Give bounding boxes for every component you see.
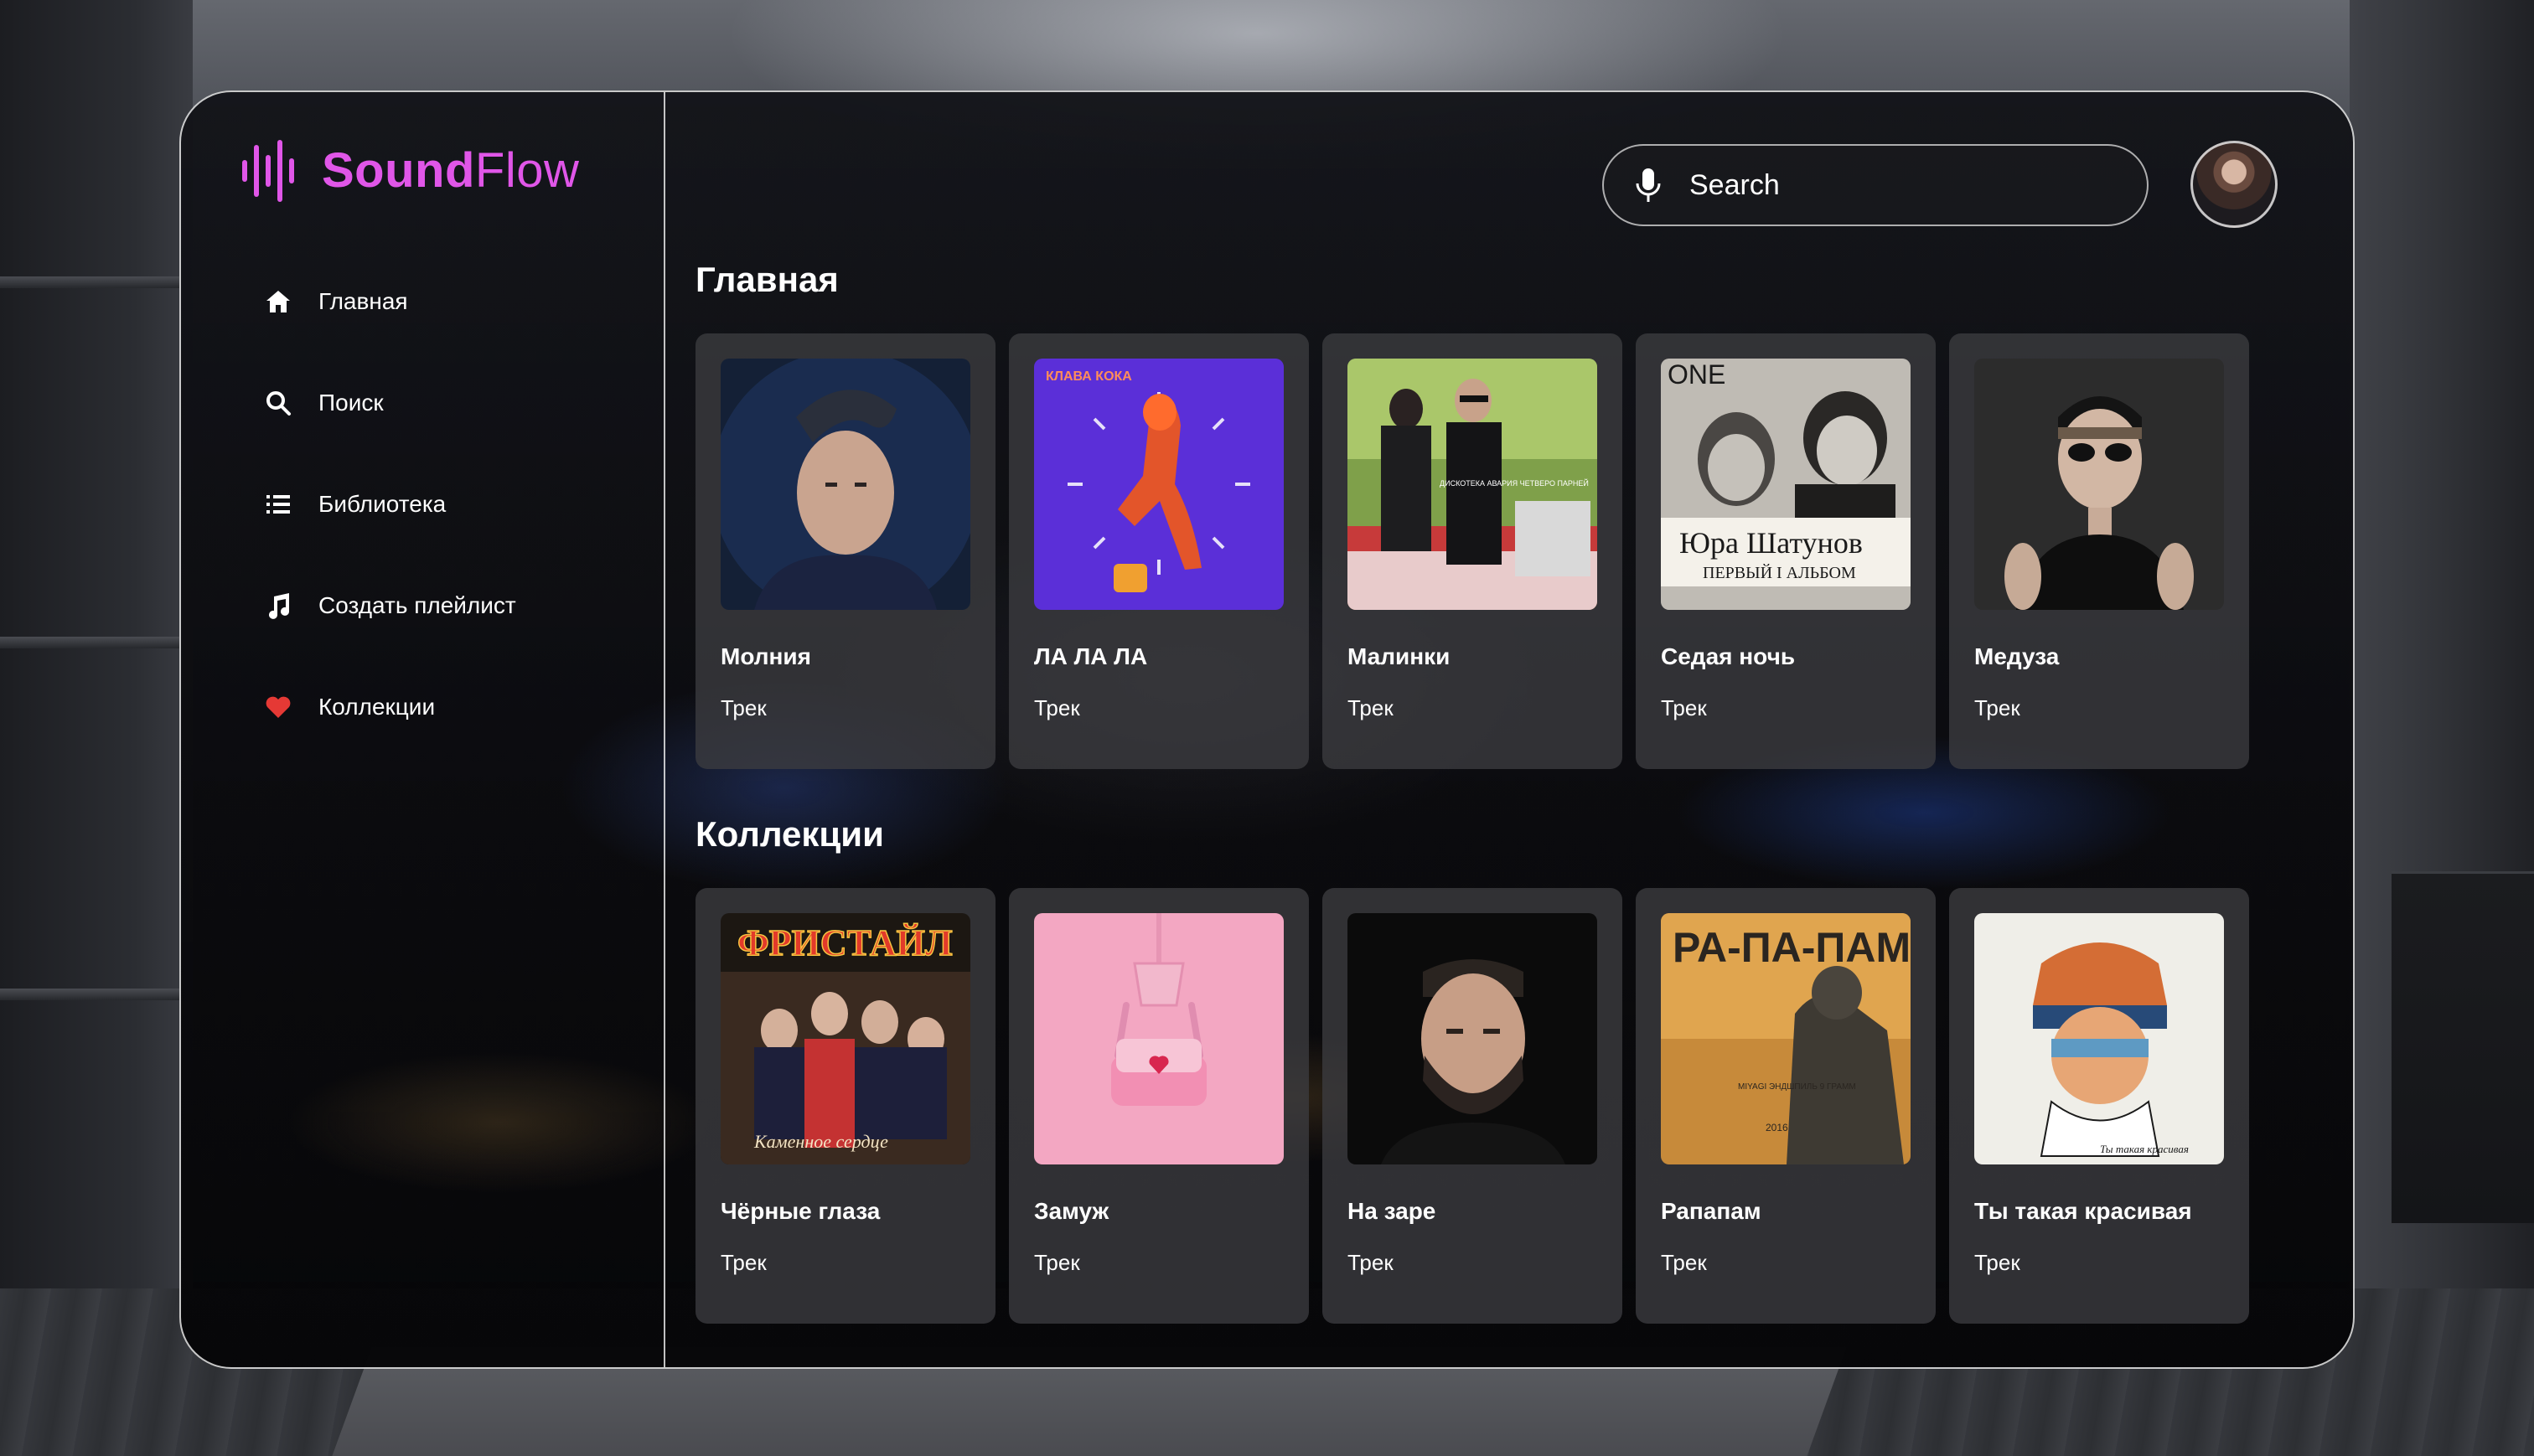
album-cover: ФРИСТАЙЛ Каменное сердце (721, 913, 970, 1164)
cover-text: ONE (1668, 359, 1725, 390)
track-type: Трек (1347, 1250, 1394, 1275)
track-title: Медуза (1974, 643, 2060, 669)
main-cards-row: Молния Трек КЛАВА КОКА ЛА ЛА ЛА Трек ДИС… (696, 333, 2262, 769)
track-card[interactable]: Ты такая красивая Ты такая красивая Трек (1949, 888, 2249, 1324)
room-shelf (0, 637, 180, 648)
track-card[interactable]: ONE Юра Шатунов ПЕРВЫЙ I АЛЬБОМ Седая но… (1636, 333, 1936, 769)
app-window: SoundFlow Главная Поиск Библиотека Созда… (179, 90, 2355, 1369)
sidebar-item-label: Главная (318, 288, 408, 314)
track-type: Трек (721, 695, 767, 720)
section-title-collections: Коллекции (696, 814, 884, 854)
room-shelf (0, 276, 180, 288)
track-card[interactable]: КЛАВА КОКА ЛА ЛА ЛА Трек (1009, 333, 1309, 769)
collections-cards-row: ФРИСТАЙЛ Каменное сердце Чёрные глаза Тр… (696, 888, 2262, 1324)
cover-text: ПЕРВЫЙ I АЛЬБОМ (1703, 563, 1856, 582)
track-card[interactable]: Медуза Трек (1949, 333, 2249, 769)
room-right-wall (2350, 0, 2534, 1456)
track-type: Трек (1034, 1250, 1080, 1275)
track-type: Трек (721, 1250, 767, 1275)
brand-name: SoundFlow (322, 137, 579, 204)
brand-name-bold: Sound (322, 143, 475, 198)
cover-text: 2016 (1766, 1122, 1788, 1133)
user-avatar[interactable] (2190, 141, 2278, 228)
search-bar[interactable] (1602, 144, 2149, 226)
album-cover: РА-ПА-ПАМ MIYAGI ЭНДШПИЛЬ 9 ГРАММ 2016 (1661, 913, 1911, 1164)
track-title: Молния (721, 643, 811, 669)
room-cabinet (2392, 871, 2534, 1223)
track-title: Седая ночь (1661, 643, 1796, 669)
album-cover (721, 359, 970, 610)
cover-text: РА-ПА-ПАМ (1673, 924, 1911, 971)
sidebar-item-label: Библиотека (318, 491, 447, 517)
track-title: Ты такая красивая (1974, 1198, 2192, 1224)
track-title: Малинки (1347, 643, 1451, 669)
sidebar-item-label: Создать плейлист (318, 592, 516, 618)
track-title: Чёрные глаза (721, 1198, 881, 1224)
sidebar-item-label: Коллекции (318, 694, 436, 720)
sound-wave-icon (242, 140, 294, 202)
album-cover (1347, 913, 1597, 1164)
sidebar-item-home[interactable]: Главная (261, 276, 516, 327)
track-type: Трек (1661, 695, 1707, 720)
track-card[interactable]: РА-ПА-ПАМ MIYAGI ЭНДШПИЛЬ 9 ГРАММ 2016 Р… (1636, 888, 1936, 1324)
track-type: Трек (1347, 695, 1394, 720)
brand-name-light: Flow (474, 143, 580, 198)
album-cover: КЛАВА КОКА (1034, 359, 1284, 610)
brand-logo[interactable]: SoundFlow (240, 137, 579, 204)
music-note-icon (261, 589, 295, 622)
track-card[interactable]: На заре Трек (1322, 888, 1622, 1324)
cover-text: Ты такая красивая (2100, 1143, 2189, 1155)
sidebar-item-library[interactable]: Библиотека (261, 479, 516, 529)
sidebar-item-create-playlist[interactable]: Создать плейлист (261, 581, 516, 631)
album-cover (1034, 913, 1284, 1164)
section-title-main: Главная (696, 260, 839, 299)
track-type: Трек (1974, 695, 2020, 720)
album-cover (1974, 359, 2224, 610)
sidebar-nav: Главная Поиск Библиотека Создать плейлис… (261, 276, 516, 783)
track-card[interactable]: ДИСКОТЕКА АВАРИЯ ЧЕТВЕРО ПАРНЕЙ Малинки … (1322, 333, 1622, 769)
cover-text: ФРИСТАЙЛ (737, 922, 953, 963)
cover-text: КЛАВА КОКА (1046, 369, 1132, 384)
sidebar-item-search[interactable]: Поиск (261, 378, 516, 428)
sidebar-item-label: Поиск (318, 390, 384, 416)
track-type: Трек (1034, 695, 1080, 720)
track-type: Трек (1974, 1250, 2020, 1275)
track-title: Замуж (1034, 1198, 1109, 1224)
cover-text: Каменное сердце (753, 1131, 888, 1152)
track-title: ЛА ЛА ЛА (1034, 643, 1148, 669)
album-cover: ONE Юра Шатунов ПЕРВЫЙ I АЛЬБОМ (1661, 359, 1911, 610)
sidebar: SoundFlow Главная Поиск Библиотека Созда… (181, 92, 665, 1367)
cover-text: MIYAGI ЭНДШПИЛЬ 9 ГРАММ (1738, 1082, 1856, 1092)
track-card[interactable]: Замуж Трек (1009, 888, 1309, 1324)
track-card[interactable]: ФРИСТАЙЛ Каменное сердце Чёрные глаза Тр… (696, 888, 995, 1324)
microphone-icon[interactable] (1632, 165, 1664, 205)
cover-text: ДИСКОТЕКА АВАРИЯ ЧЕТВЕРО ПАРНЕЙ (1440, 478, 1589, 488)
search-input[interactable] (1689, 168, 2075, 202)
track-title: На заре (1347, 1198, 1436, 1224)
track-type: Трек (1661, 1250, 1707, 1275)
list-icon (261, 488, 295, 521)
room-left-wall (0, 0, 193, 1456)
cover-text: Юра Шатунов (1679, 526, 1863, 560)
heart-icon (261, 690, 295, 724)
room-shelf (0, 989, 180, 1000)
album-cover: ДИСКОТЕКА АВАРИЯ ЧЕТВЕРО ПАРНЕЙ (1347, 359, 1597, 610)
album-cover: Ты такая красивая (1974, 913, 2224, 1164)
sidebar-item-collections[interactable]: Коллекции (261, 682, 516, 732)
track-card[interactable]: Молния Трек (696, 333, 995, 769)
home-icon (261, 285, 295, 318)
search-icon (261, 386, 295, 420)
track-title: Рапапам (1661, 1198, 1761, 1224)
